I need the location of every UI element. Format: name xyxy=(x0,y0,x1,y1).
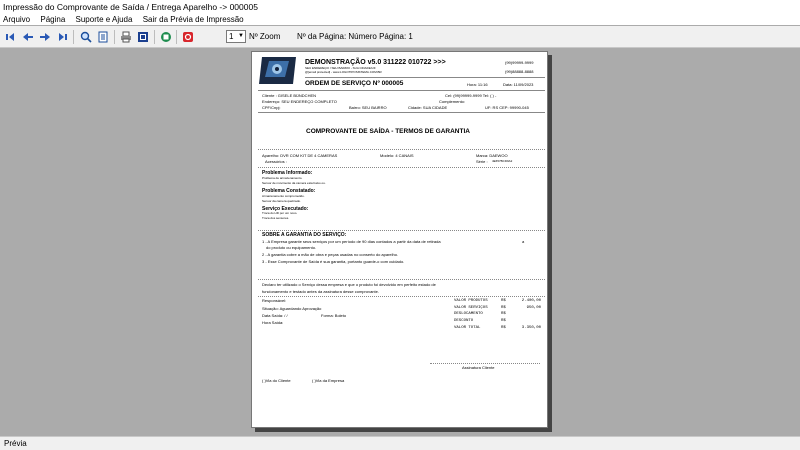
total-currency: R$ xyxy=(501,319,506,323)
guarantee-item-1-suffix: a xyxy=(522,239,525,244)
exit-date: Data Saída: / / xyxy=(262,313,288,318)
device-name: Aparelho: DVR COM KIT DE 4 CAMERAS xyxy=(262,153,338,158)
client-district: Bairro: SEU BAIRRO xyxy=(349,105,387,110)
reported-problem-line-1: Problema de armazenamento. xyxy=(262,176,303,180)
company-copy-label: ( )Via da Empresa xyxy=(312,378,345,383)
zoom-icon[interactable] xyxy=(79,30,93,44)
total-currency: R$ xyxy=(501,306,506,310)
os-date: Data: 11/09/2023 xyxy=(503,82,534,87)
found-problem-line-1: Armazenamento comprometido. xyxy=(262,194,305,198)
payment-method: Forma: Boleto xyxy=(321,313,347,318)
device-model: Modelo: 4 CANAIS xyxy=(380,153,414,158)
os-time: Hora: 11:16 xyxy=(467,82,488,87)
device-brand: Marca: DAEWOO xyxy=(476,153,508,158)
close-icon[interactable] xyxy=(181,30,195,44)
total-value: 950,00 xyxy=(526,306,541,310)
declaration-line-1: Declaro ter utilizado o Serviço dessa em… xyxy=(262,282,436,287)
responsible-label: Responsável: xyxy=(262,298,287,303)
client-uf-cep: UF: RS CEP: 99990-045 xyxy=(485,105,529,110)
menu-pagina[interactable]: Página xyxy=(40,15,65,24)
window-title: Impressão do Comprovante de Saída / Entr… xyxy=(0,0,800,13)
guarantee-item-2: 2 - A garantia cobre a mão de obra e peç… xyxy=(262,252,399,257)
options-icon[interactable] xyxy=(136,30,150,44)
total-currency: R$ xyxy=(501,326,506,330)
found-problem-line-2: Sensor da camera quebrado. xyxy=(262,199,301,203)
total-label: VALOR SERVIÇOS xyxy=(454,306,488,310)
status-bar: Prévia xyxy=(0,436,800,450)
document-page: DEMONSTRAÇÃO v5.0 311222 010722 >>> SEU … xyxy=(251,51,548,428)
total-currency: R$ xyxy=(501,312,506,316)
total-label: DESCONTO xyxy=(454,319,474,323)
total-label: DESLOCAMENTO xyxy=(454,312,483,316)
next-page-icon[interactable] xyxy=(38,30,52,44)
export-icon[interactable] xyxy=(159,30,173,44)
client-name: Cliente : GISELE BÜNDCHEN xyxy=(262,93,317,98)
client-phone: Cel: (99)99999-9999 Tel: ( ) - xyxy=(445,93,497,98)
zoom-value: 1 xyxy=(229,32,234,41)
service-done-line-2: Troca dos sensores. xyxy=(262,216,290,220)
guarantee-item-1: 1 - A Empresa garante seus serviços por … xyxy=(262,239,441,244)
page-setup-icon[interactable] xyxy=(96,30,110,44)
device-serial-label: Série : xyxy=(476,159,488,164)
client-copy-label: ( )Via do Cliente xyxy=(262,378,291,383)
client-cpf: CPF/Cnpj: xyxy=(262,105,281,110)
menu-sair[interactable]: Sair da Prévia de Impressão xyxy=(143,15,244,24)
exit-time: Hora Saída: xyxy=(262,320,284,325)
company-contact: @[email protected] - www.LOGOTIPOSISTEMA… xyxy=(305,70,382,74)
device-accessories: Acessórios : xyxy=(265,159,287,164)
service-done-line-1: Troca do HD por um novo. xyxy=(262,211,298,215)
client-complement: Complemento: xyxy=(439,99,466,104)
menu-suporte[interactable]: Suporte e Ajuda xyxy=(76,15,133,24)
client-address: Endereço: SEU ENDEREÇO COMPLETO xyxy=(262,99,337,104)
prev-page-icon[interactable] xyxy=(21,30,35,44)
guarantee-item-1-cont: do produto ou equipamento. xyxy=(266,245,317,250)
print-icon[interactable] xyxy=(119,30,133,44)
total-currency: R$ xyxy=(501,299,506,303)
menu-bar: Arquivo Página Suporte e Ajuda Sair da P… xyxy=(0,13,800,25)
company-phone-1: (99)99999-9999 xyxy=(505,60,534,65)
chevron-down-icon: ▼ xyxy=(238,33,244,39)
company-phone-2: (99)88888-8888 xyxy=(505,69,534,74)
total-label: VALOR TOTAL xyxy=(454,326,481,330)
menu-arquivo[interactable]: Arquivo xyxy=(3,15,30,24)
zoom-label: Nº Zoom xyxy=(249,32,281,41)
document-heading: COMPROVANTE DE SAÍDA - TERMOS DE GARANTI… xyxy=(306,128,470,135)
total-value: 3.350,00 xyxy=(521,326,541,330)
company-logo xyxy=(259,55,297,87)
declaration-line-2: funcionamento e testado antes da assinat… xyxy=(262,289,379,294)
company-name: DEMONSTRAÇÃO v5.0 311222 010722 >>> xyxy=(305,59,446,66)
device-serial-value: 4E657BCD9A2 xyxy=(492,159,513,163)
situation-value: Situação: Aguardando Aprovação xyxy=(262,306,322,311)
reported-problem-line-2: Sensor de movimento da camera esta baixo… xyxy=(262,181,326,185)
total-value: 2.400,00 xyxy=(521,299,541,303)
guarantee-item-3: 3 - Esse Comprovante de Saída é sua gara… xyxy=(262,259,405,264)
first-page-icon[interactable] xyxy=(4,30,18,44)
guarantee-title: SOBRE A GARANTIA DO SERVIÇO: xyxy=(262,232,347,238)
os-title: ORDEM DE SERVIÇO Nº 000005 xyxy=(305,80,404,87)
total-label: VALOR PRODUTOS xyxy=(454,299,488,303)
zoom-select[interactable]: 1 ▼ xyxy=(226,30,246,43)
last-page-icon[interactable] xyxy=(55,30,69,44)
client-city: Cidade: SUA CIDADE xyxy=(408,105,448,110)
signature-label: Assinatura Cliente xyxy=(462,365,495,370)
page-number-label: Nº da Página: Número Página: 1 xyxy=(297,32,413,41)
